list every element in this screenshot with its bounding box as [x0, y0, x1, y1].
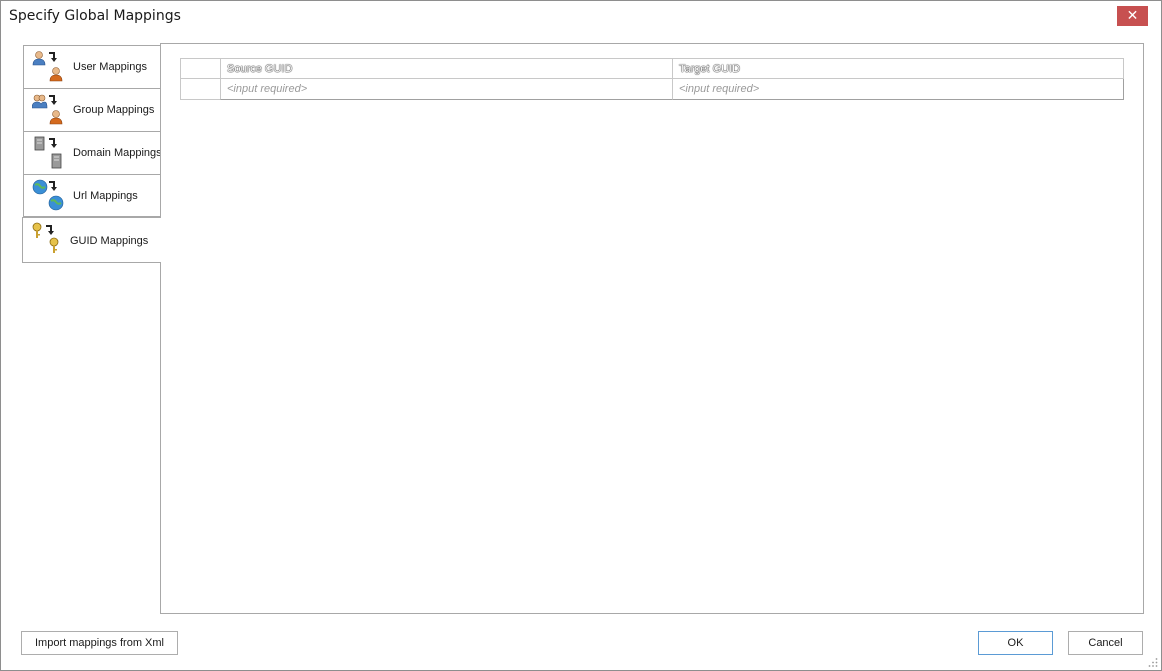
tab-url-mappings[interactable]: Url Mappings: [23, 174, 161, 217]
ok-button[interactable]: OK: [978, 631, 1053, 655]
cancel-button[interactable]: Cancel: [1068, 631, 1143, 655]
tab-domain-mappings[interactable]: Domain Mappings: [23, 131, 162, 174]
grid-header-row: Source GUID Target GUID: [180, 58, 1124, 79]
tab-guid-mappings[interactable]: GUID Mappings: [22, 217, 161, 263]
source-guid-input[interactable]: <input required>: [220, 79, 672, 100]
domain-mapping-icon: [34, 136, 62, 169]
column-header-source-guid[interactable]: Source GUID: [220, 58, 672, 79]
row-indicator-header: [180, 58, 220, 79]
tab-group-mappings[interactable]: Group Mappings: [23, 88, 161, 131]
tab-label: Group Mappings: [73, 104, 155, 116]
title-bar[interactable]: Specify Global Mappings ✕: [1, 1, 1161, 31]
tab-label: User Mappings: [73, 61, 147, 73]
tab-label: GUID Mappings: [70, 235, 149, 247]
import-mappings-button[interactable]: Import mappings from Xml: [21, 631, 178, 655]
user-mapping-icon: [32, 51, 63, 82]
tab-user-mappings[interactable]: User Mappings: [23, 45, 161, 88]
resize-grip-icon[interactable]: [1148, 657, 1158, 667]
row-indicator[interactable]: [180, 79, 220, 100]
dialog-window: Specify Global Mappings ✕ User Mappings: [0, 0, 1162, 671]
column-header-target-guid[interactable]: Target GUID: [672, 58, 1124, 79]
mapping-type-tabs: User Mappings Group Mappings Domain Mapp…: [22, 45, 162, 263]
group-mapping-icon: [32, 94, 63, 125]
tab-label: Domain Mappings: [73, 147, 162, 159]
guid-mappings-grid: Source GUID Target GUID <input required>…: [180, 58, 1124, 100]
guid-mappings-panel: Source GUID Target GUID <input required>…: [160, 43, 1144, 614]
close-button[interactable]: ✕: [1117, 6, 1148, 26]
window-title: Specify Global Mappings: [9, 8, 181, 24]
target-guid-input[interactable]: <input required>: [672, 79, 1124, 100]
new-row: <input required> <input required>: [180, 79, 1124, 100]
tab-label: Url Mappings: [73, 190, 138, 202]
url-mapping-icon: [32, 179, 64, 211]
guid-mapping-icon: [32, 222, 59, 253]
